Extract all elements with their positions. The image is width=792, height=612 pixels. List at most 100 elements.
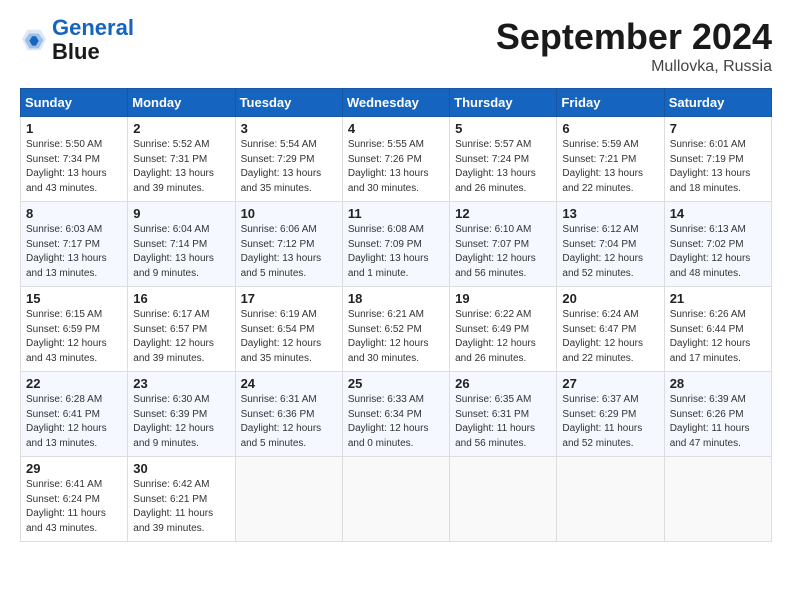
title-block: September 2024 Mullovka, Russia <box>496 16 772 76</box>
calendar-cell: 3 Sunrise: 5:54 AM Sunset: 7:29 PM Daylig… <box>235 117 342 202</box>
day-number: 3 <box>241 121 337 136</box>
day-number: 12 <box>455 206 551 221</box>
calendar-week-row: 8Sunrise: 6:03 AM Sunset: 7:17 PM Daylig… <box>21 202 772 287</box>
cell-text: Sunrise: 6:04 AM Sunset: 7:14 PM Dayligh… <box>133 223 229 281</box>
calendar-cell <box>450 457 557 542</box>
calendar-cell: 17 Sunrise: 6:19 AM Sunset: 6:54 PM Dayli… <box>235 287 342 372</box>
calendar-cell: 25 Sunrise: 6:33 AM Sunset: 6:34 PM Dayli… <box>342 372 449 457</box>
day-number: 9 <box>133 206 229 221</box>
cell-text: Sunrise: 6:17 AM Sunset: 6:57 PM Dayligh… <box>133 308 229 366</box>
header: General Blue September 2024 Mullovka, Ru… <box>20 16 772 76</box>
day-number: 5 <box>455 121 551 136</box>
day-number: 16 <box>133 291 229 306</box>
cell-text: Sunrise: 6:13 AM Sunset: 7:02 PM Dayligh… <box>670 223 766 281</box>
cell-text: Sunrise: 6:03 AM Sunset: 7:17 PM Dayligh… <box>26 223 122 281</box>
cell-text: Sunrise: 5:59 AM Sunset: 7:21 PM Dayligh… <box>562 138 658 196</box>
day-number: 17 <box>241 291 337 306</box>
calendar-cell: 18 Sunrise: 6:21 AM Sunset: 6:52 PM Dayli… <box>342 287 449 372</box>
day-header-sunday: Sunday <box>21 89 128 117</box>
calendar-cell: 8Sunrise: 6:03 AM Sunset: 7:17 PM Daylig… <box>21 202 128 287</box>
calendar-cell: 7 Sunrise: 6:01 AM Sunset: 7:19 PM Daylig… <box>664 117 771 202</box>
day-number: 22 <box>26 376 122 391</box>
day-number: 10 <box>241 206 337 221</box>
day-number: 30 <box>133 461 229 476</box>
calendar-cell <box>342 457 449 542</box>
day-header-thursday: Thursday <box>450 89 557 117</box>
day-number: 18 <box>348 291 444 306</box>
cell-text: Sunrise: 6:39 AM Sunset: 6:26 PM Dayligh… <box>670 393 766 451</box>
day-number: 23 <box>133 376 229 391</box>
calendar-cell <box>235 457 342 542</box>
day-number: 15 <box>26 291 122 306</box>
cell-text: Sunrise: 5:57 AM Sunset: 7:24 PM Dayligh… <box>455 138 551 196</box>
calendar-week-row: 15 Sunrise: 6:15 AM Sunset: 6:59 PM Dayli… <box>21 287 772 372</box>
calendar-cell: 29Sunrise: 6:41 AM Sunset: 6:24 PM Dayli… <box>21 457 128 542</box>
calendar-cell: 20 Sunrise: 6:24 AM Sunset: 6:47 PM Dayli… <box>557 287 664 372</box>
day-number: 11 <box>348 206 444 221</box>
day-number: 26 <box>455 376 551 391</box>
day-header-tuesday: Tuesday <box>235 89 342 117</box>
day-number: 6 <box>562 121 658 136</box>
day-header-monday: Monday <box>128 89 235 117</box>
calendar-cell: 12 Sunrise: 6:10 AM Sunset: 7:07 PM Dayli… <box>450 202 557 287</box>
day-header-saturday: Saturday <box>664 89 771 117</box>
logo: General Blue <box>20 16 134 64</box>
calendar-week-row: 29Sunrise: 6:41 AM Sunset: 6:24 PM Dayli… <box>21 457 772 542</box>
cell-text: Sunrise: 6:28 AM Sunset: 6:41 PM Dayligh… <box>26 393 122 451</box>
day-number: 24 <box>241 376 337 391</box>
cell-text: Sunrise: 6:26 AM Sunset: 6:44 PM Dayligh… <box>670 308 766 366</box>
calendar-cell <box>557 457 664 542</box>
cell-text: Sunrise: 6:33 AM Sunset: 6:34 PM Dayligh… <box>348 393 444 451</box>
calendar-week-row: 1Sunrise: 5:50 AM Sunset: 7:34 PM Daylig… <box>21 117 772 202</box>
day-number: 25 <box>348 376 444 391</box>
calendar-cell: 26 Sunrise: 6:35 AM Sunset: 6:31 PM Dayli… <box>450 372 557 457</box>
cell-text: Sunrise: 6:42 AM Sunset: 6:21 PM Dayligh… <box>133 478 229 536</box>
day-number: 20 <box>562 291 658 306</box>
page: General Blue September 2024 Mullovka, Ru… <box>0 0 792 612</box>
cell-text: Sunrise: 6:10 AM Sunset: 7:07 PM Dayligh… <box>455 223 551 281</box>
cell-text: Sunrise: 5:52 AM Sunset: 7:31 PM Dayligh… <box>133 138 229 196</box>
day-number: 27 <box>562 376 658 391</box>
day-number: 7 <box>670 121 766 136</box>
logo-icon <box>20 26 48 54</box>
cell-text: Sunrise: 6:30 AM Sunset: 6:39 PM Dayligh… <box>133 393 229 451</box>
cell-text: Sunrise: 5:55 AM Sunset: 7:26 PM Dayligh… <box>348 138 444 196</box>
cell-text: Sunrise: 6:35 AM Sunset: 6:31 PM Dayligh… <box>455 393 551 451</box>
calendar-cell: 14 Sunrise: 6:13 AM Sunset: 7:02 PM Dayli… <box>664 202 771 287</box>
day-number: 21 <box>670 291 766 306</box>
calendar-cell: 24 Sunrise: 6:31 AM Sunset: 6:36 PM Dayli… <box>235 372 342 457</box>
cell-text: Sunrise: 6:31 AM Sunset: 6:36 PM Dayligh… <box>241 393 337 451</box>
day-number: 4 <box>348 121 444 136</box>
calendar-cell: 23 Sunrise: 6:30 AM Sunset: 6:39 PM Dayli… <box>128 372 235 457</box>
day-number: 28 <box>670 376 766 391</box>
cell-text: Sunrise: 6:08 AM Sunset: 7:09 PM Dayligh… <box>348 223 444 281</box>
calendar-cell: 19 Sunrise: 6:22 AM Sunset: 6:49 PM Dayli… <box>450 287 557 372</box>
day-number: 14 <box>670 206 766 221</box>
day-header-wednesday: Wednesday <box>342 89 449 117</box>
cell-text: Sunrise: 6:24 AM Sunset: 6:47 PM Dayligh… <box>562 308 658 366</box>
cell-text: Sunrise: 6:21 AM Sunset: 6:52 PM Dayligh… <box>348 308 444 366</box>
day-header-friday: Friday <box>557 89 664 117</box>
cell-text: Sunrise: 6:15 AM Sunset: 6:59 PM Dayligh… <box>26 308 122 366</box>
cell-text: Sunrise: 6:12 AM Sunset: 7:04 PM Dayligh… <box>562 223 658 281</box>
day-number: 29 <box>26 461 122 476</box>
calendar-cell: 28 Sunrise: 6:39 AM Sunset: 6:26 PM Dayli… <box>664 372 771 457</box>
month-title: September 2024 <box>496 16 772 58</box>
calendar-cell: 11 Sunrise: 6:08 AM Sunset: 7:09 PM Dayli… <box>342 202 449 287</box>
calendar-cell: 9 Sunrise: 6:04 AM Sunset: 7:14 PM Daylig… <box>128 202 235 287</box>
day-number: 2 <box>133 121 229 136</box>
calendar-cell: 22 Sunrise: 6:28 AM Sunset: 6:41 PM Dayli… <box>21 372 128 457</box>
calendar-cell: 1Sunrise: 5:50 AM Sunset: 7:34 PM Daylig… <box>21 117 128 202</box>
cell-text: Sunrise: 6:01 AM Sunset: 7:19 PM Dayligh… <box>670 138 766 196</box>
logo-name: General Blue <box>52 16 134 64</box>
cell-text: Sunrise: 5:54 AM Sunset: 7:29 PM Dayligh… <box>241 138 337 196</box>
calendar-cell: 10 Sunrise: 6:06 AM Sunset: 7:12 PM Dayli… <box>235 202 342 287</box>
calendar-cell: 30 Sunrise: 6:42 AM Sunset: 6:21 PM Dayli… <box>128 457 235 542</box>
day-number: 19 <box>455 291 551 306</box>
cell-text: Sunrise: 6:06 AM Sunset: 7:12 PM Dayligh… <box>241 223 337 281</box>
location: Mullovka, Russia <box>496 58 772 76</box>
cell-text: Sunrise: 6:22 AM Sunset: 6:49 PM Dayligh… <box>455 308 551 366</box>
calendar-cell: 27Sunrise: 6:37 AM Sunset: 6:29 PM Dayli… <box>557 372 664 457</box>
cell-text: Sunrise: 6:19 AM Sunset: 6:54 PM Dayligh… <box>241 308 337 366</box>
calendar-week-row: 22 Sunrise: 6:28 AM Sunset: 6:41 PM Dayli… <box>21 372 772 457</box>
